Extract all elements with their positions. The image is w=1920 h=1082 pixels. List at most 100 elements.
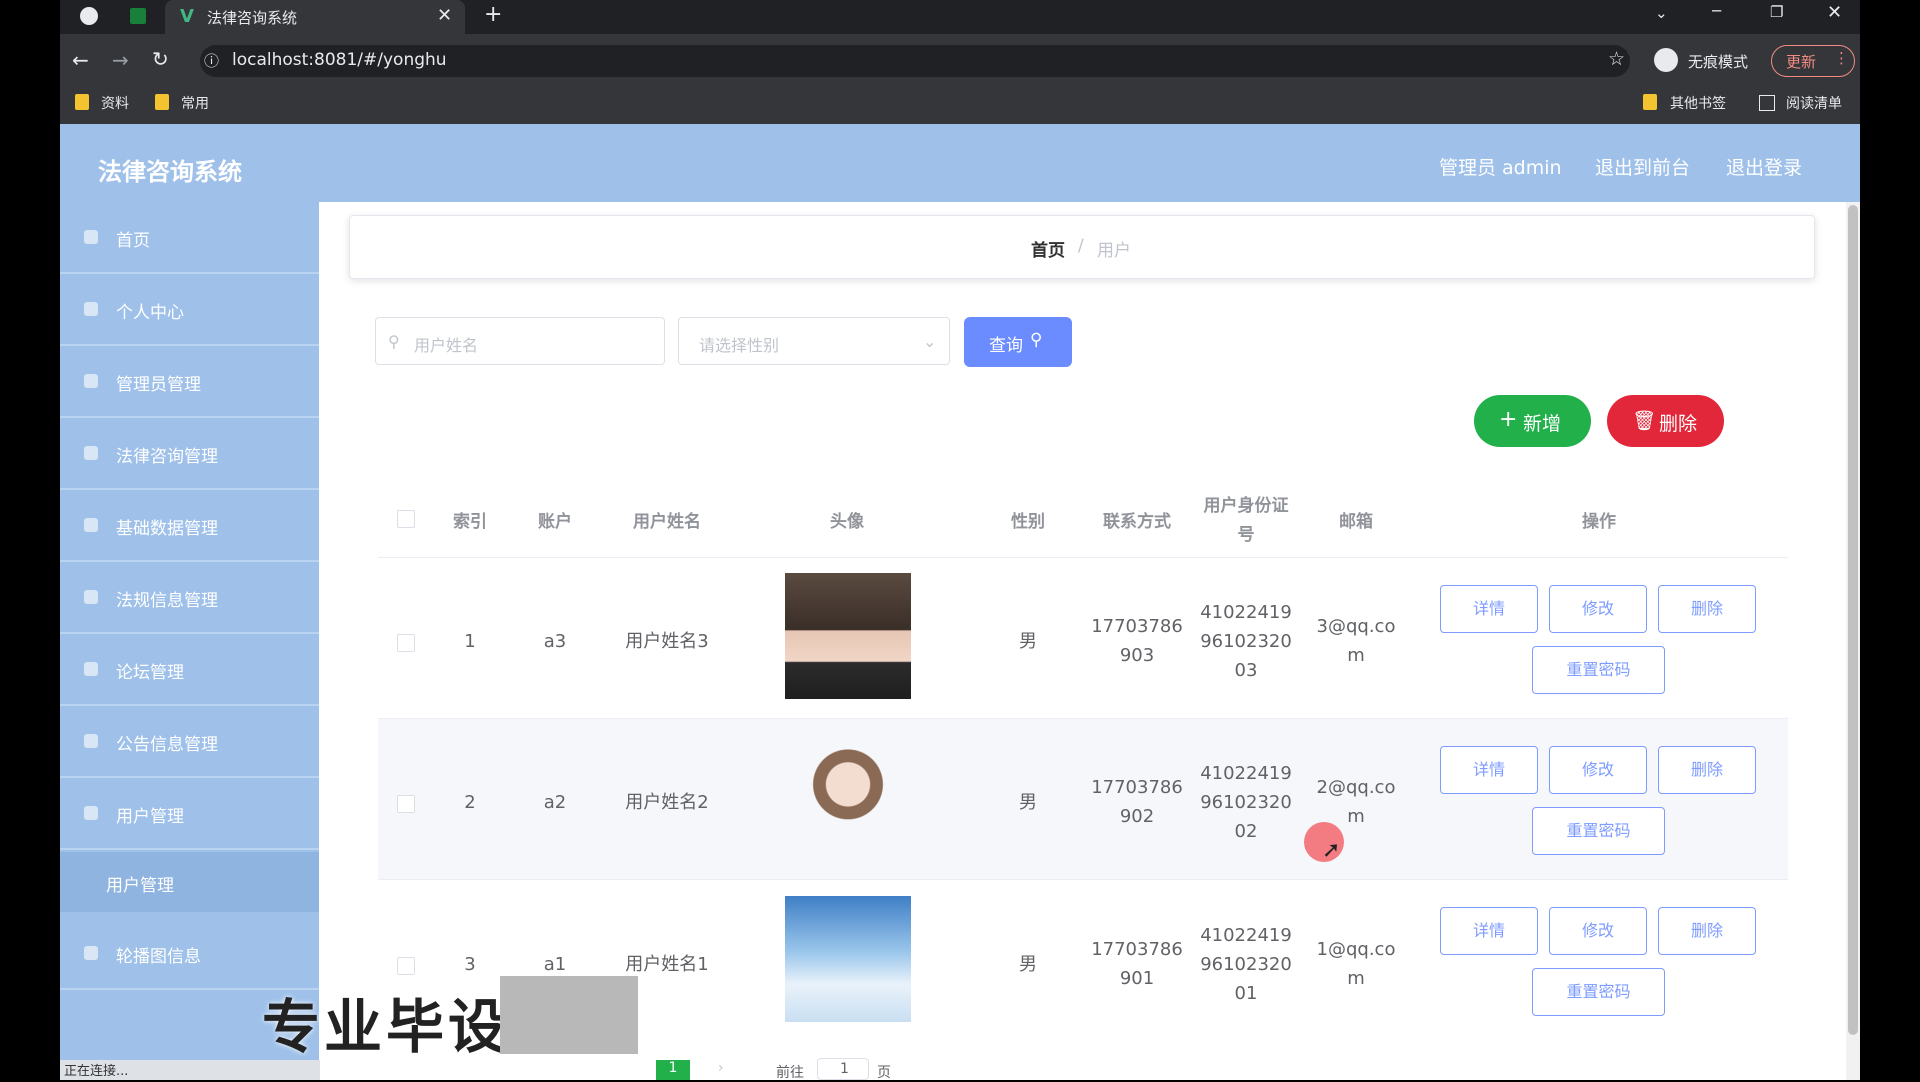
batch-delete-button[interactable]: 🗑 删除 <box>1607 395 1724 447</box>
row-checkbox[interactable] <box>397 634 415 652</box>
new-tab-icon[interactable]: + <box>484 2 502 27</box>
reset-password-button[interactable]: 重置密码 <box>1532 968 1665 1016</box>
trash-icon: 🗑 <box>1632 410 1657 432</box>
row-phone-line2: 902 <box>1119 806 1155 827</box>
folder-icon <box>75 94 89 110</box>
name-search-input[interactable]: ⚲ 用户姓名 <box>375 317 665 365</box>
row-checkbox[interactable] <box>397 795 415 813</box>
home-icon <box>84 230 98 244</box>
menu-kebab-icon[interactable]: ⋮ <box>1834 49 1849 67</box>
folder-icon <box>155 94 169 110</box>
add-button[interactable]: + 新增 <box>1474 395 1591 447</box>
delete-button[interactable]: 删除 <box>1658 585 1756 633</box>
sidebar-item-law[interactable]: 法规信息管理 <box>60 562 319 634</box>
gender-select[interactable]: 请选择性别 ⌄ <box>678 317 950 365</box>
row-email-line2: m <box>1347 968 1365 989</box>
row-email-line1: 1@qq.co <box>1316 939 1396 960</box>
front-link[interactable]: 退出到前台 <box>1595 153 1690 180</box>
sheet-tab-icon[interactable] <box>130 8 146 24</box>
row-idcard-line2: 96102320 <box>1200 954 1292 975</box>
detail-button[interactable]: 详情 <box>1440 746 1538 794</box>
url-text[interactable]: localhost:8081/#/yonghu <box>232 50 447 70</box>
restore-icon[interactable]: ❐ <box>1770 3 1783 21</box>
vue-logo-icon: V <box>180 6 194 27</box>
sidebar-item-admin[interactable]: 管理员管理 <box>60 346 319 418</box>
edit-button[interactable]: 修改 <box>1549 585 1647 633</box>
sidebar-item-profile[interactable]: 个人中心 <box>60 274 319 346</box>
mouse-pointer-icon: ➚ <box>1322 838 1341 863</box>
reset-password-button[interactable]: 重置密码 <box>1532 807 1665 855</box>
avatar <box>785 896 911 1022</box>
site-info-icon[interactable]: ⓘ <box>204 50 219 71</box>
row-checkbox[interactable] <box>397 957 415 975</box>
detail-button[interactable]: 详情 <box>1440 907 1538 955</box>
consult-icon <box>84 446 98 460</box>
sidebar-item-notice[interactable]: 公告信息管理 <box>60 706 319 778</box>
delete-button[interactable]: 删除 <box>1658 907 1756 955</box>
tab-close-icon[interactable]: ✕ <box>437 5 452 26</box>
chevron-down-icon: ⌄ <box>923 332 937 351</box>
carousel-icon <box>84 946 98 960</box>
users-icon <box>84 806 98 820</box>
bookmark-star-icon[interactable]: ☆ <box>1608 48 1625 70</box>
bookmark-item[interactable]: 资料 <box>101 93 129 113</box>
folder-icon <box>1643 94 1657 110</box>
scrollbar-thumb[interactable] <box>1848 205 1858 1035</box>
row-idcard-line3: 01 <box>1234 983 1258 1004</box>
window-close-icon[interactable]: ✕ <box>1827 2 1842 23</box>
bookmark-item[interactable]: 常用 <box>181 93 209 113</box>
sidebar-item-label: 论坛管理 <box>116 663 184 683</box>
sidebar-subitem-label: 用户管理 <box>106 876 174 896</box>
watermark-text: 专业毕设 <box>262 993 511 1061</box>
forward-icon[interactable]: → <box>112 48 129 72</box>
pagination-next-icon[interactable]: › <box>718 1060 724 1076</box>
update-label: 更新 <box>1786 53 1817 71</box>
reset-password-button[interactable]: 重置密码 <box>1532 646 1665 694</box>
sidebar-item-label: 法规信息管理 <box>116 591 218 611</box>
sidebar-item-consult[interactable]: 法律咨询管理 <box>60 418 319 490</box>
pagination-page-unit: 页 <box>877 1065 891 1081</box>
bookmark-item[interactable]: 阅读清单 <box>1786 93 1842 113</box>
bookmark-item[interactable]: 其他书签 <box>1670 93 1726 113</box>
tab-search-icon[interactable]: ⌄ <box>1655 4 1668 22</box>
row-idcard-line1: 41022419 <box>1200 763 1292 784</box>
detail-button[interactable]: 详情 <box>1440 585 1538 633</box>
row-phone-line2: 901 <box>1119 968 1155 989</box>
browser-favicon-icon[interactable] <box>80 7 98 25</box>
back-icon[interactable]: ← <box>72 48 89 72</box>
user-icon <box>84 302 98 316</box>
bookmarks-bar <box>60 88 1860 124</box>
row-idcard-line2: 96102320 <box>1200 631 1292 652</box>
query-button[interactable]: 查询 ⚲ <box>964 317 1072 367</box>
edit-button[interactable]: 修改 <box>1549 746 1647 794</box>
sidebar-item-label: 公告信息管理 <box>116 735 218 755</box>
pagination-goto-input[interactable]: 1 <box>817 1058 869 1080</box>
sidebar-item-label: 法律咨询管理 <box>116 447 218 467</box>
search-icon: ⚲ <box>388 332 400 351</box>
breadcrumb-separator: / <box>1078 236 1084 256</box>
row-name: 用户姓名3 <box>625 631 709 652</box>
edit-button[interactable]: 修改 <box>1549 907 1647 955</box>
sidebar-item-label: 个人中心 <box>116 303 184 323</box>
tab-title: 法律咨询系统 <box>207 9 298 27</box>
row-gender: 男 <box>1019 631 1037 652</box>
sidebar-item-label: 首页 <box>116 231 150 251</box>
col-avatar: 头像 <box>830 512 864 532</box>
sidebar-item-forum[interactable]: 论坛管理 <box>60 634 319 706</box>
pagination-goto-label: 前往 <box>776 1065 804 1081</box>
row-index: 2 <box>464 792 476 813</box>
breadcrumb-home[interactable]: 首页 <box>1031 236 1065 261</box>
sidebar-item-basedata[interactable]: 基础数据管理 <box>60 490 319 562</box>
sidebar-subitem-users[interactable]: 用户管理 <box>60 852 319 912</box>
incognito-label[interactable]: 无痕模式 <box>1688 51 1748 72</box>
select-all-checkbox[interactable] <box>397 510 415 528</box>
delete-button[interactable]: 删除 <box>1658 746 1756 794</box>
sidebar-item-home[interactable]: 首页 <box>60 202 319 274</box>
minimize-icon[interactable]: ─ <box>1712 2 1721 20</box>
row-email-line1: 3@qq.co <box>1316 616 1396 637</box>
row-index: 3 <box>464 954 476 975</box>
pagination-current[interactable]: 1 <box>656 1060 690 1080</box>
sidebar-item-users[interactable]: 用户管理 <box>60 778 319 850</box>
reload-icon[interactable]: ↻ <box>152 47 169 71</box>
logout-link[interactable]: 退出登录 <box>1726 153 1802 180</box>
